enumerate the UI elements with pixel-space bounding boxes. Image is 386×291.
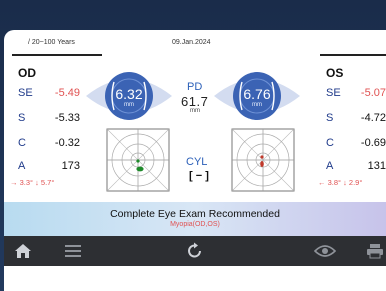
recommendation-banner: Complete Eye Exam Recommended Myopia(OD,… (4, 202, 386, 236)
od-a-value: 173 (61, 160, 80, 172)
cyl-label: CYL (186, 156, 208, 168)
os-s-value: -4.72 (360, 112, 386, 124)
os-se-value: -5.07 (360, 87, 386, 99)
pd-value: 61.7 (181, 94, 209, 109)
refresh-icon (188, 242, 201, 258)
home-icon (15, 244, 31, 258)
od-se-label: SE (18, 87, 33, 99)
diagnosis-text: Myopia(OD,OS) (170, 221, 220, 228)
view-button[interactable] (310, 236, 340, 266)
od-axis-info: → 3.3° ↓ 5.7° (10, 178, 55, 187)
od-pupil-value: 6.32 (115, 86, 143, 102)
os-a-value: 131 (367, 160, 386, 172)
recommendation-text: Complete Eye Exam Recommended (110, 208, 280, 220)
od-title: OD (18, 66, 36, 80)
os-s-label: S (326, 112, 334, 124)
eye-icon (314, 245, 336, 257)
print-button[interactable] (360, 236, 386, 266)
os-axis-info: ← 3.8° ↓ 2.9° (318, 178, 363, 187)
header-bar: / 20~100 Years 09.Jan.2024 (4, 30, 386, 50)
home-button[interactable] (8, 236, 38, 266)
od-c-value: -0.32 (54, 137, 80, 149)
os-se-label: SE (326, 87, 341, 99)
exam-date: 09.Jan.2024 (172, 39, 211, 46)
os-pupil-unit: mm (252, 102, 262, 108)
menu-button[interactable] (58, 236, 88, 266)
age-range-label: / 20~100 Years (28, 39, 75, 46)
retest-button[interactable] (180, 236, 210, 266)
print-icon (367, 244, 383, 259)
cyl-value: [ − ] (189, 170, 209, 182)
pd-unit: mm (190, 108, 200, 114)
os-title: OS (326, 66, 344, 80)
od-a-label: A (18, 160, 26, 172)
os-c-value: -0.69 (360, 137, 386, 149)
os-pupil-value: 6.76 (243, 86, 271, 102)
od-pupil-unit: mm (124, 102, 134, 108)
bottom-nav-bar (4, 236, 386, 266)
od-divider (12, 54, 102, 56)
od-s-value: -5.33 (54, 112, 80, 124)
menu-icon (65, 245, 81, 257)
device-frame: / 20~100 Years 09.Jan.2024 OD SE -5.49 S… (0, 0, 386, 291)
result-screen: / 20~100 Years 09.Jan.2024 OD SE -5.49 S… (4, 30, 386, 291)
od-fixation-target (106, 128, 170, 192)
os-fixation-target (231, 128, 295, 192)
od-se-value: -5.49 (54, 87, 80, 99)
od-s-label: S (18, 112, 26, 124)
od-c-label: C (18, 137, 26, 149)
pd-label: PD (187, 81, 203, 93)
os-divider (320, 54, 386, 56)
os-c-label: C (326, 137, 334, 149)
os-a-label: A (326, 160, 334, 172)
